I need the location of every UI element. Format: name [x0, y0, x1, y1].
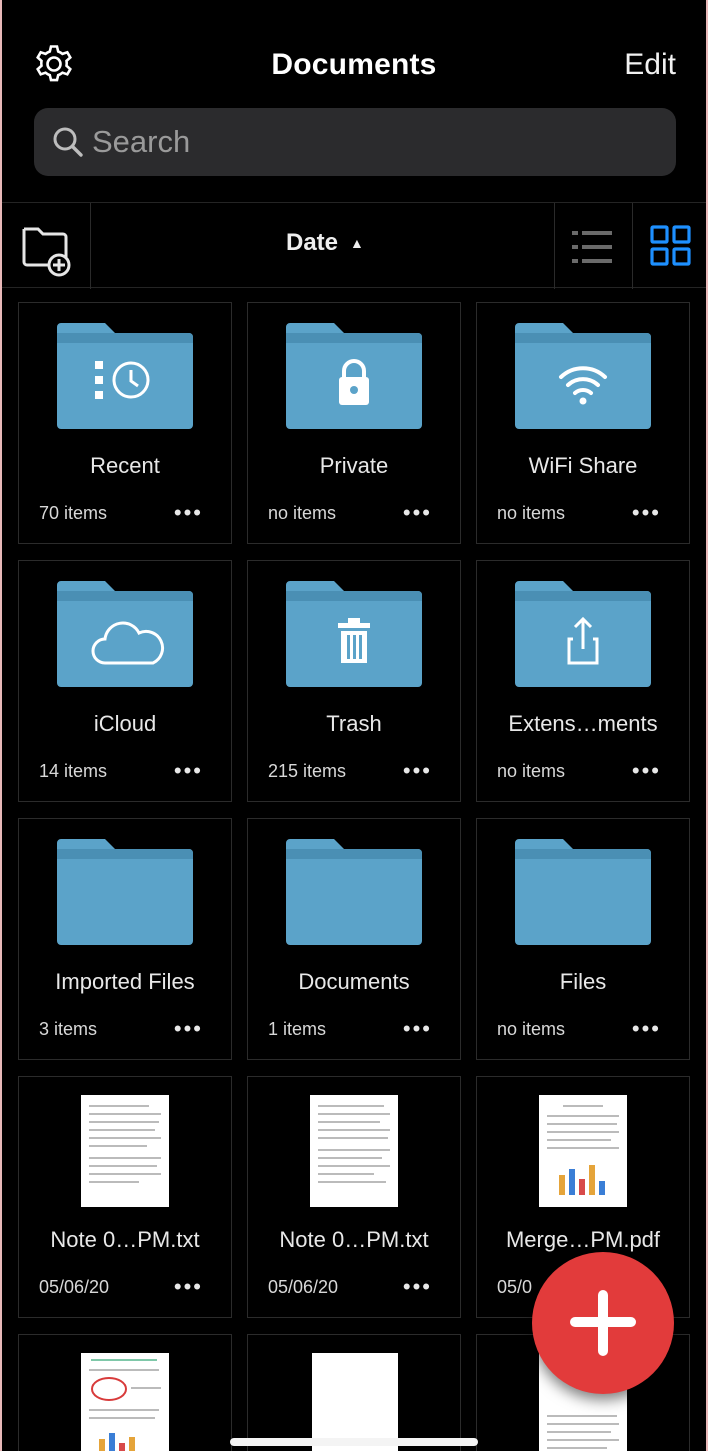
item-count: no items: [497, 503, 566, 523]
item-label: Note 0…PM.txt: [279, 1227, 429, 1252]
more-options-button[interactable]: •••: [403, 1274, 432, 1300]
blank-file-thumbnail: [312, 1353, 398, 1451]
more-options-button[interactable]: •••: [403, 758, 432, 784]
more-options-button[interactable]: •••: [174, 1016, 203, 1042]
more-options-button[interactable]: •••: [632, 500, 661, 526]
recent-folder-icon: [55, 321, 195, 431]
item-count: 215 items: [268, 761, 347, 781]
more-options-button[interactable]: •••: [174, 1274, 203, 1300]
file-card-note[interactable]: Note 0…PM.txt 05/06/20 •••: [247, 1076, 461, 1318]
trash-icon: [284, 579, 424, 689]
item-label: Documents: [298, 969, 410, 994]
more-options-button[interactable]: •••: [632, 1016, 661, 1042]
item-label: iCloud: [93, 711, 157, 736]
wifi-icon: [513, 321, 653, 431]
item-count: 1 items: [268, 1019, 327, 1039]
item-label: Recent: [90, 453, 160, 478]
toolbar-divider: [90, 203, 91, 289]
item-count: no items: [268, 503, 337, 523]
file-card-note[interactable]: Note 0…PM.txt 05/06/20 •••: [18, 1076, 232, 1318]
item-label: Files: [559, 969, 607, 994]
edit-button[interactable]: Edit: [624, 48, 676, 82]
file-card-partial[interactable]: [18, 1334, 232, 1451]
sort-label: Date: [286, 229, 339, 256]
folder-card-icloud[interactable]: iCloud 14 items •••: [18, 560, 232, 802]
more-options-button[interactable]: •••: [174, 500, 203, 526]
caret-up-icon: ▲: [350, 235, 364, 251]
search-input[interactable]: [92, 120, 652, 164]
pdf-file-thumbnail: [81, 1353, 169, 1451]
item-label: Trash: [326, 711, 382, 736]
page-title: Documents: [271, 48, 437, 81]
item-date: 05/0: [497, 1277, 533, 1297]
more-options-button[interactable]: •••: [403, 1016, 432, 1042]
file-card-partial[interactable]: [247, 1334, 461, 1451]
text-file-thumbnail: [310, 1095, 398, 1207]
folder-card-imported-files[interactable]: Imported Files 3 items •••: [18, 818, 232, 1060]
item-count: 70 items: [39, 503, 108, 523]
navigation-bar: Documents Edit: [0, 0, 708, 100]
item-count: 14 items: [39, 761, 108, 781]
folder-card-files[interactable]: Files no items •••: [476, 818, 690, 1060]
more-options-button[interactable]: •••: [174, 758, 203, 784]
folder-card-documents[interactable]: Documents 1 items •••: [247, 818, 461, 1060]
folder-icon: [284, 837, 424, 947]
text-file-thumbnail: [81, 1095, 169, 1207]
item-label: Private: [319, 453, 389, 478]
grid-view-icon[interactable]: [648, 221, 694, 271]
folder-card-recent[interactable]: Recent 70 items •••: [18, 302, 232, 544]
item-label: Imported Files: [55, 969, 195, 994]
cloud-icon: [55, 579, 195, 689]
sort-toolbar: Date ▲: [0, 202, 708, 289]
new-folder-icon[interactable]: [14, 213, 76, 279]
more-options-button[interactable]: •••: [403, 500, 432, 526]
item-label: Merge…PM.pdf: [505, 1227, 661, 1252]
folder-card-wifi-share[interactable]: WiFi Share no items •••: [476, 302, 690, 544]
add-button[interactable]: [532, 1252, 674, 1394]
item-date: 05/06/20: [268, 1277, 339, 1297]
list-view-icon[interactable]: [568, 223, 616, 271]
toolbar-divider: [632, 203, 633, 289]
item-label: Extens…ments: [508, 711, 658, 736]
item-count: 3 items: [39, 1019, 98, 1039]
item-label: Note 0…PM.txt: [50, 1227, 200, 1252]
item-count: no items: [497, 761, 566, 781]
item-count: no items: [497, 1019, 566, 1039]
search-bar[interactable]: [34, 108, 676, 176]
folder-card-extensions[interactable]: Extens…ments no items •••: [476, 560, 690, 802]
folder-card-trash[interactable]: Trash 215 items •••: [247, 560, 461, 802]
lock-icon: [284, 321, 424, 431]
item-label: WiFi Share: [528, 453, 638, 478]
sort-by-button[interactable]: Date ▲: [286, 229, 364, 257]
item-date: 05/06/20: [39, 1277, 110, 1297]
more-options-button[interactable]: •••: [632, 758, 661, 784]
search-icon: [50, 124, 86, 160]
share-icon: [513, 579, 653, 689]
toolbar-divider: [554, 203, 555, 289]
pdf-file-thumbnail: [539, 1095, 627, 1207]
folder-icon: [513, 837, 653, 947]
home-indicator[interactable]: [230, 1438, 478, 1446]
folder-icon: [55, 837, 195, 947]
folder-card-private[interactable]: Private no items •••: [247, 302, 461, 544]
